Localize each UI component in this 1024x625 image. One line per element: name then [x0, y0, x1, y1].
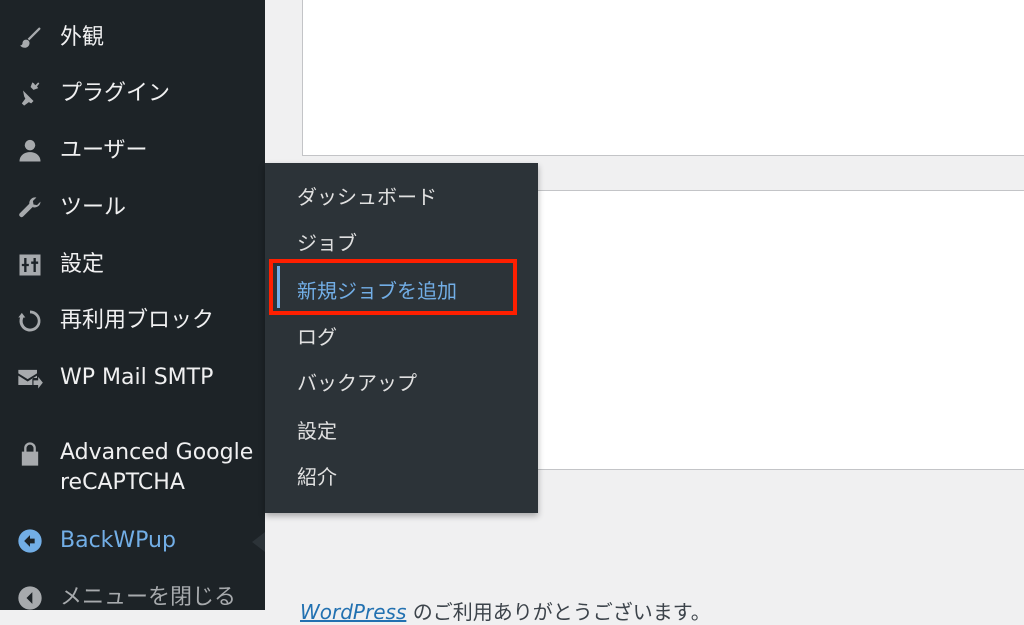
menu-item-backwpup[interactable]: BackWPup — [0, 525, 265, 557]
submenu-item-dashboard[interactable]: ダッシュボード — [297, 183, 437, 211]
submenu-item-about[interactable]: 紹介 — [297, 463, 337, 491]
user-icon — [14, 135, 46, 167]
menu-label: 設定 — [60, 252, 105, 277]
menu-label: 再利用ブロック — [60, 308, 215, 333]
menu-item-advanced-google-recaptcha[interactable]: Advanced Google reCAPTCHA — [0, 438, 265, 498]
menu-label-line1: Advanced Google — [60, 440, 254, 465]
backwpup-icon — [14, 525, 46, 557]
submenu-item-jobs[interactable]: ジョブ — [297, 229, 357, 257]
menu-label: 外観 — [60, 25, 105, 50]
menu-item-wp-mail-smtp[interactable]: WP Mail SMTP — [0, 362, 265, 394]
active-menu-pointer — [252, 532, 265, 552]
submenu-item-backups[interactable]: バックアップ — [297, 369, 417, 397]
lock-icon — [14, 438, 46, 470]
menu-item-appearance[interactable]: 外観 — [0, 22, 265, 54]
mail-arrow-icon — [14, 362, 46, 394]
menu-label-line2: reCAPTCHA — [60, 470, 185, 495]
reuse-arrow-icon — [14, 305, 46, 337]
collapse-arrow-icon — [14, 582, 46, 614]
highlight-annotation-box — [269, 259, 517, 315]
backwpup-flyout-submenu: ダッシュボード ジョブ 新規ジョブを追加 ログ バックアップ 設定 紹介 — [265, 163, 538, 513]
wrench-icon — [14, 192, 46, 224]
menu-label: WP Mail SMTP — [60, 365, 214, 390]
menu-label: プラグイン — [60, 81, 171, 106]
submenu-item-settings[interactable]: 設定 — [297, 417, 337, 445]
menu-item-tools[interactable]: ツール — [0, 192, 265, 224]
footer-thankyou: WordPress のご利用ありがとうございます。 — [300, 596, 711, 625]
menu-item-users[interactable]: ユーザー — [0, 135, 265, 167]
menu-label: BackWPup — [60, 528, 176, 553]
menu-item-plugins[interactable]: プラグイン — [0, 78, 265, 110]
menu-label: メニューを閉じる — [60, 585, 237, 610]
footer-wordpress-link[interactable]: WordPress — [300, 600, 406, 624]
submenu-item-logs[interactable]: ログ — [297, 323, 337, 351]
admin-sidebar: 外観 プラグイン ユーザー ツール 設定 再利用ブロック WP Mail SMT… — [0, 0, 265, 610]
collapse-menu-button[interactable]: メニューを閉じる — [0, 582, 265, 614]
settings-sliders-icon — [14, 249, 46, 281]
plugin-icon — [14, 78, 46, 110]
menu-label: ツール — [60, 195, 127, 220]
footer-text: のご利用ありがとうございます。 — [406, 600, 711, 624]
menu-item-settings[interactable]: 設定 — [0, 249, 265, 281]
menu-label: ユーザー — [60, 138, 148, 163]
menu-item-reusable-blocks[interactable]: 再利用ブロック — [0, 305, 265, 337]
paintbrush-icon — [14, 22, 46, 54]
content-panel-top — [302, 0, 1024, 156]
